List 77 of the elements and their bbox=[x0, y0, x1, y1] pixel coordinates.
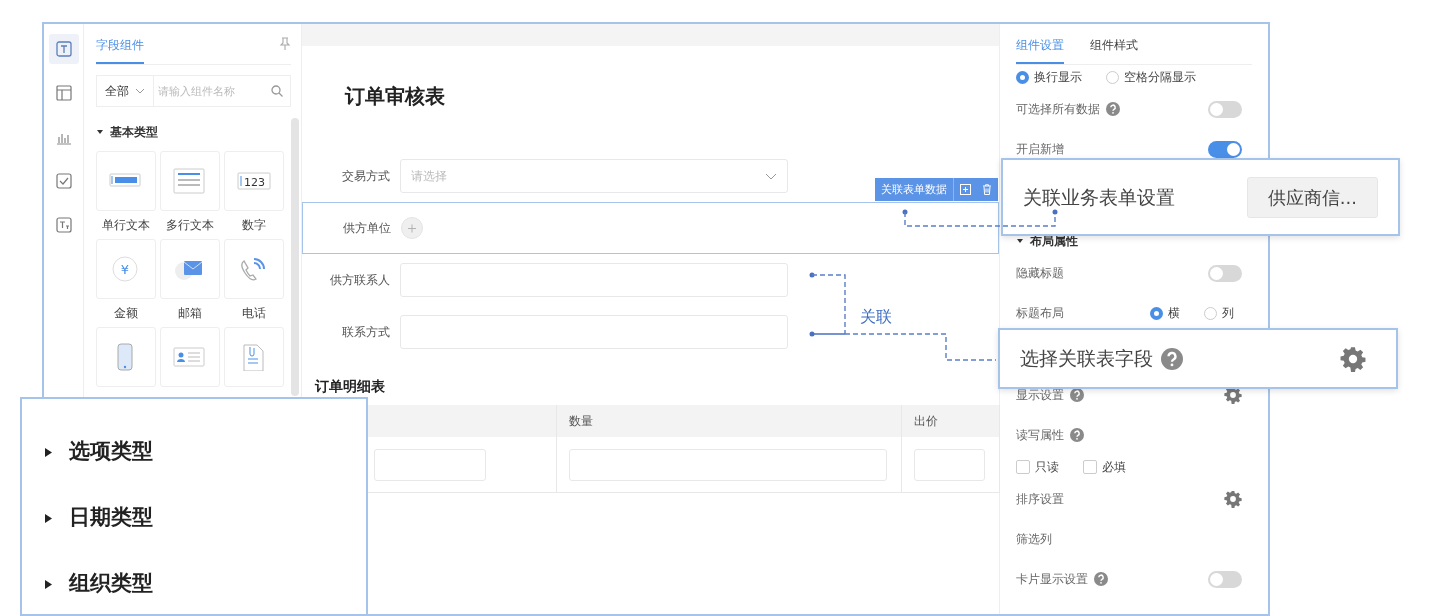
pin-icon bbox=[279, 37, 291, 51]
toggle-switch[interactable] bbox=[1208, 570, 1242, 588]
settings-tab[interactable]: 组件设置 bbox=[1016, 24, 1064, 64]
toggle-switch[interactable] bbox=[1208, 264, 1242, 282]
checkbox[interactable] bbox=[1016, 460, 1030, 474]
form-select-button[interactable]: 供应商信... bbox=[1246, 176, 1378, 218]
tile-label: 数字 bbox=[241, 217, 267, 234]
setting-label: 可选择所有数据 bbox=[1016, 101, 1100, 118]
copy-icon bbox=[959, 184, 971, 195]
tile-label: 电话 bbox=[241, 305, 267, 322]
add-button[interactable] bbox=[401, 217, 423, 239]
component-tile[interactable] bbox=[160, 327, 220, 387]
tile-label: 多行文本 bbox=[165, 217, 215, 234]
panel-tab[interactable]: 字段组件 bbox=[96, 24, 144, 64]
callout-title: 选择关联表字段 bbox=[1020, 346, 1153, 372]
group-header[interactable]: 基本类型 bbox=[96, 123, 291, 141]
search-icon bbox=[271, 85, 283, 97]
tile-label: 邮箱 bbox=[177, 305, 203, 322]
component-tile[interactable]: 123 bbox=[224, 151, 284, 211]
checkbox-option[interactable]: 必填 bbox=[1083, 458, 1126, 476]
scrollbar[interactable] bbox=[291, 118, 299, 396]
radio-option[interactable]: 横 bbox=[1150, 304, 1180, 322]
toggle-switch[interactable] bbox=[1208, 100, 1242, 118]
form-title: 订单审核表 bbox=[345, 84, 445, 108]
setting-label: 开启新增 bbox=[1016, 141, 1064, 158]
text-box-icon bbox=[55, 41, 72, 57]
tile-label: 单行文本 bbox=[101, 217, 151, 234]
text-style-icon bbox=[55, 217, 72, 233]
filter-dropdown[interactable]: 全部 bbox=[96, 75, 154, 107]
radio-button[interactable] bbox=[1106, 70, 1119, 84]
category-item[interactable]: 组织类型 bbox=[44, 551, 366, 616]
delete-icon bbox=[982, 184, 992, 195]
checkbox-icon bbox=[55, 173, 72, 189]
setting-label: 标题布局 bbox=[1016, 305, 1064, 322]
chevron-down-icon bbox=[765, 172, 777, 180]
settings-tab[interactable]: 组件样式 bbox=[1090, 24, 1138, 64]
category-item[interactable]: 选项类型 bbox=[44, 419, 366, 485]
radio-option[interactable]: 换行显示 bbox=[1016, 68, 1082, 86]
setting-label: 隐藏标题 bbox=[1016, 265, 1064, 282]
plus-icon bbox=[408, 223, 416, 233]
toolbar-label: 关联表单数据 bbox=[875, 178, 954, 201]
tile-label: 金额 bbox=[113, 305, 139, 322]
column-header: 数量 bbox=[569, 414, 593, 428]
settings-icon[interactable] bbox=[1224, 490, 1242, 508]
layout-icon bbox=[55, 85, 72, 101]
settings-icon[interactable] bbox=[1340, 345, 1366, 372]
setting-label: 排序设置 bbox=[1016, 491, 1064, 508]
column-header: 出价 bbox=[914, 414, 938, 428]
search-field[interactable]: 请输入组件名称 bbox=[154, 75, 291, 107]
chevron-down-icon bbox=[135, 88, 145, 94]
component-tile[interactable] bbox=[224, 327, 284, 387]
subtable-title: 订单明细表 bbox=[315, 378, 385, 394]
field-label: 供方联系人 bbox=[329, 272, 391, 289]
component-tile[interactable] bbox=[224, 239, 284, 299]
radio-option[interactable]: 空格分隔显示 bbox=[1106, 68, 1196, 86]
component-tile[interactable] bbox=[160, 151, 220, 211]
setting-label: 卡片显示设置 bbox=[1016, 571, 1088, 588]
setting-label: 读写属性 bbox=[1016, 427, 1064, 444]
radio-option[interactable]: 列 bbox=[1204, 304, 1234, 322]
radio-button[interactable] bbox=[1016, 70, 1029, 84]
radio-button[interactable] bbox=[1150, 306, 1163, 320]
category-item[interactable]: 日期类型 bbox=[44, 485, 366, 551]
callout-title: 关联业务表单设置 bbox=[1023, 184, 1175, 210]
checkbox[interactable] bbox=[1083, 460, 1097, 474]
setting-label: 显示设置 bbox=[1016, 387, 1064, 404]
connector-label: 关联 bbox=[860, 306, 892, 328]
component-tile[interactable] bbox=[96, 151, 156, 211]
rail-tab[interactable] bbox=[48, 34, 79, 64]
component-tile[interactable] bbox=[96, 327, 156, 387]
component-tile[interactable] bbox=[160, 239, 220, 299]
setting-label: 筛选列 bbox=[1016, 531, 1052, 548]
checkbox-option[interactable]: 只读 bbox=[1016, 458, 1059, 476]
toggle-switch[interactable] bbox=[1208, 140, 1242, 158]
multi-line-input-icon bbox=[172, 167, 208, 195]
radio-button[interactable] bbox=[1204, 306, 1217, 320]
field-label: 供方单位 bbox=[342, 220, 392, 237]
field-label: 联系方式 bbox=[341, 324, 391, 341]
